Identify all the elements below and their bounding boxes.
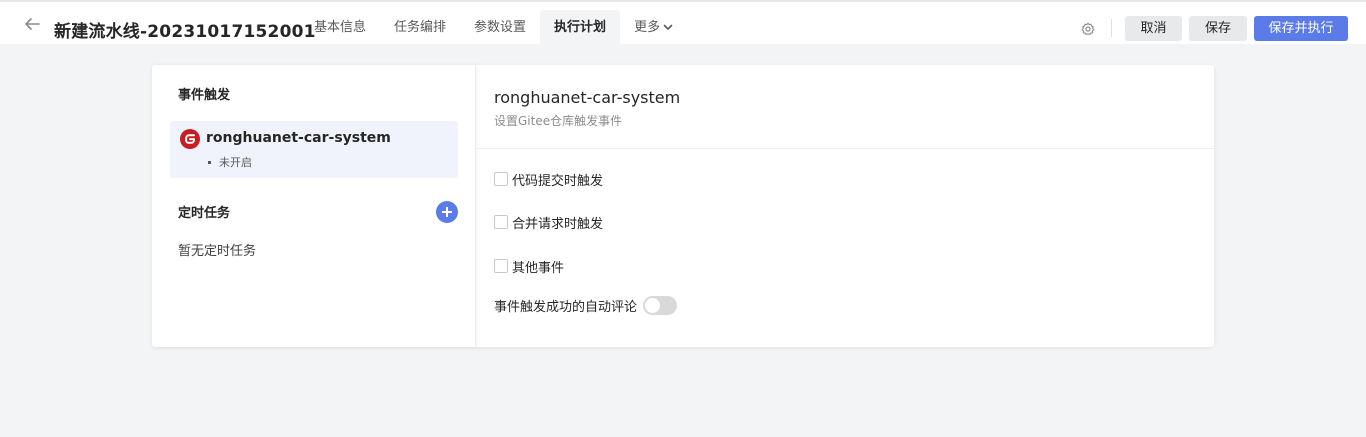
scheduled-task-empty-text: 暂无定时任务 (178, 244, 257, 259)
auto-comment-toggle[interactable] (643, 295, 678, 315)
back-arrow-icon[interactable] (22, 16, 42, 32)
merge-request-trigger-label: 合并请求时触发 (512, 216, 604, 232)
other-events-checkbox[interactable] (494, 259, 508, 273)
tab-task-orchestration[interactable]: 任务编排 (380, 10, 460, 46)
tab-more[interactable]: 更多 (620, 10, 687, 46)
trigger-status: 未开启 (208, 154, 252, 170)
merge-request-trigger-checkbox[interactable] (494, 215, 508, 229)
settings-subtitle: 设置Gitee仓库触发事件 (494, 114, 623, 128)
push-trigger-label: 代码提交时触发 (512, 173, 604, 189)
toggle-knob (645, 297, 661, 313)
tab-bar: 基本信息 任务编排 参数设置 执行计划 更多 (300, 10, 687, 46)
save-button[interactable]: 保存 (1189, 16, 1247, 41)
save-and-run-button[interactable]: 保存并执行 (1254, 16, 1348, 41)
gitee-logo-icon (180, 129, 200, 149)
tab-basic-info[interactable]: 基本信息 (300, 10, 380, 46)
chevron-down-icon (663, 10, 673, 30)
push-trigger-checkbox[interactable] (494, 172, 508, 186)
trigger-settings-panel: ronghuanet-car-system 设置Gitee仓库触发事件 代码提交… (477, 65, 1214, 347)
toolbar-divider (1111, 19, 1112, 37)
top-bar: 新建流水线-20231017152001 基本信息 任务编排 参数设置 执行计划… (0, 0, 1366, 46)
trigger-status-label: 未开启 (219, 156, 252, 169)
execution-plan-card: 事件触发 ronghuanet-car-system 未开启 定时任务 暂无定时… (152, 65, 1214, 347)
divider (477, 148, 1214, 149)
gear-icon[interactable] (1081, 21, 1095, 36)
scheduled-task-heading: 定时任务 (178, 206, 231, 221)
trigger-item[interactable]: ronghuanet-car-system 未开启 (170, 121, 458, 178)
cancel-button[interactable]: 取消 (1125, 16, 1182, 41)
other-events-option[interactable]: 其他事件 (494, 257, 565, 276)
event-trigger-heading: 事件触发 (178, 88, 231, 103)
tab-parameter-settings[interactable]: 参数设置 (460, 10, 540, 46)
tab-execution-plan[interactable]: 执行计划 (540, 10, 621, 46)
settings-title: ronghuanet-car-system (494, 88, 681, 107)
status-dot (208, 161, 211, 164)
pipeline-title: 新建流水线-20231017152001 (54, 22, 316, 42)
other-events-label: 其他事件 (512, 260, 565, 276)
trigger-list-panel: 事件触发 ronghuanet-car-system 未开启 定时任务 暂无定时… (152, 65, 476, 347)
tab-more-label: 更多 (634, 20, 661, 35)
push-trigger-option[interactable]: 代码提交时触发 (494, 170, 604, 189)
auto-comment-label: 事件触发成功的自动评论 (494, 299, 638, 315)
trigger-name: ronghuanet-car-system (206, 130, 391, 146)
add-scheduled-task-button[interactable] (436, 201, 458, 223)
auto-comment-row: 事件触发成功的自动评论 (494, 295, 678, 315)
merge-request-trigger-option[interactable]: 合并请求时触发 (494, 213, 604, 232)
